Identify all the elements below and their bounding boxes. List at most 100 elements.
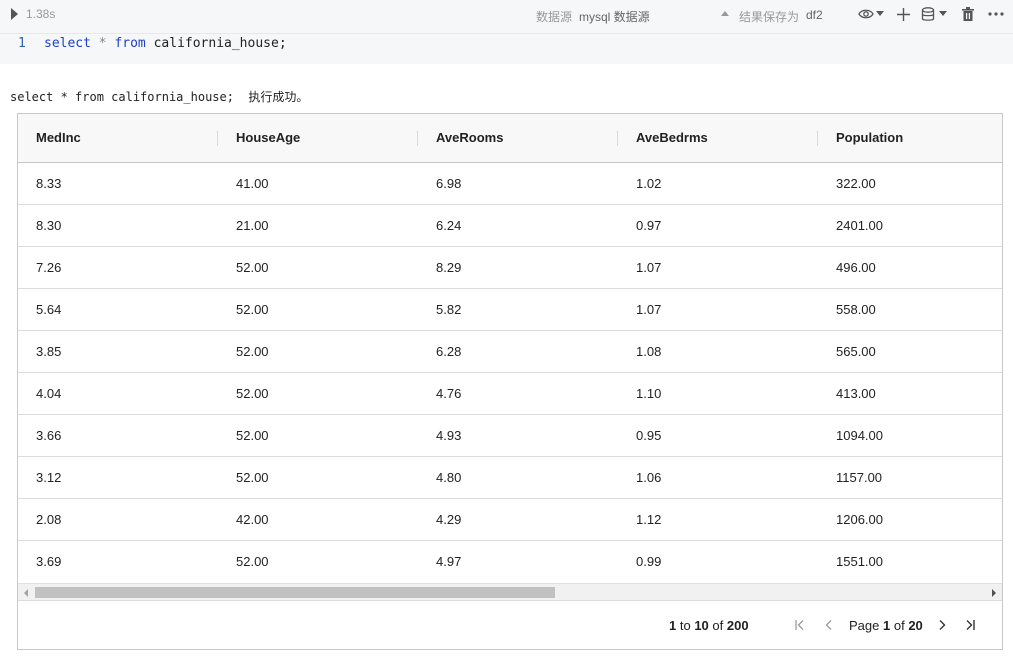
- scrollbar-thumb[interactable]: [35, 587, 555, 598]
- table-cell[interactable]: 1206.00: [836, 499, 883, 540]
- scroll-left-icon[interactable]: [24, 589, 28, 597]
- table-cell[interactable]: 1157.00: [836, 457, 882, 498]
- code-line[interactable]: select * from california_house;: [44, 36, 287, 51]
- column-resize-handle[interactable]: [617, 131, 618, 146]
- table-row[interactable]: 8.33 41.00 6.98 1.02 322.00: [18, 163, 1002, 205]
- table-cell[interactable]: 4.80: [436, 457, 461, 498]
- table-cell[interactable]: 1.12: [636, 499, 661, 540]
- table-cell[interactable]: 2.08: [36, 499, 61, 540]
- table-row[interactable]: 5.64 52.00 5.82 1.07 558.00: [18, 289, 1002, 331]
- table-cell[interactable]: 4.04: [36, 373, 61, 414]
- table-cell[interactable]: 1.07: [636, 289, 661, 330]
- first-page-icon[interactable]: [792, 616, 808, 634]
- table-row[interactable]: 3.69 52.00 4.97 0.99 1551.00: [18, 541, 1002, 583]
- chevron-down-icon[interactable]: [876, 5, 884, 23]
- column-header[interactable]: Population: [836, 114, 903, 162]
- table-cell[interactable]: 3.85: [36, 331, 61, 372]
- table-row[interactable]: 4.04 52.00 4.76 1.10 413.00: [18, 373, 1002, 415]
- column-resize-handle[interactable]: [817, 131, 818, 146]
- table-cell[interactable]: 52.00: [236, 331, 269, 372]
- table-cell[interactable]: 4.97: [436, 541, 461, 582]
- table-cell[interactable]: 3.12: [36, 457, 61, 498]
- table-cell[interactable]: 1.02: [636, 163, 661, 204]
- run-button[interactable]: [10, 8, 20, 20]
- eye-icon[interactable]: [858, 5, 874, 23]
- result-grid: MedInc HouseAge AveRooms AveBedrms Popul…: [17, 113, 1003, 650]
- table-cell[interactable]: 0.97: [636, 205, 661, 246]
- keyword-from: from: [114, 36, 146, 51]
- table-cell[interactable]: 1.10: [636, 373, 661, 414]
- pagination-bar: 1 to 10 of 200 Page 1 of 20: [18, 600, 1002, 649]
- column-resize-handle[interactable]: [217, 131, 218, 146]
- chevron-down-icon[interactable]: [939, 5, 947, 23]
- table-cell[interactable]: 4.76: [436, 373, 461, 414]
- table-cell[interactable]: 52.00: [236, 457, 269, 498]
- table-cell[interactable]: 3.66: [36, 415, 61, 456]
- page-indicator: Page 1 of 20: [849, 618, 923, 633]
- column-header[interactable]: HouseAge: [236, 114, 300, 162]
- table-cell[interactable]: 413.00: [836, 373, 876, 414]
- scroll-right-icon[interactable]: [992, 589, 996, 597]
- table-cell[interactable]: 0.95: [636, 415, 661, 456]
- table-cell[interactable]: 322.00: [836, 163, 876, 204]
- table-cell[interactable]: 8.29: [436, 247, 461, 288]
- table-row[interactable]: 3.85 52.00 6.28 1.08 565.00: [18, 331, 1002, 373]
- table-cell[interactable]: 52.00: [236, 541, 269, 582]
- table-cell[interactable]: 52.00: [236, 415, 269, 456]
- table-cell[interactable]: 1094.00: [836, 415, 883, 456]
- database-icon[interactable]: [921, 5, 935, 23]
- table-cell[interactable]: 6.98: [436, 163, 461, 204]
- table-row[interactable]: 7.26 52.00 8.29 1.07 496.00: [18, 247, 1002, 289]
- horizontal-scrollbar[interactable]: [18, 583, 1002, 600]
- table-cell[interactable]: 8.30: [36, 205, 61, 246]
- next-page-icon[interactable]: [934, 616, 950, 634]
- trash-icon[interactable]: [962, 5, 974, 23]
- table-cell[interactable]: 5.82: [436, 289, 461, 330]
- column-header[interactable]: AveBedrms: [636, 114, 708, 162]
- table-cell[interactable]: 52.00: [236, 289, 269, 330]
- table-cell[interactable]: 52.00: [236, 373, 269, 414]
- table-cell[interactable]: 42.00: [236, 499, 269, 540]
- table-cell[interactable]: 1.08: [636, 331, 661, 372]
- save-result-label: 结果保存为: [739, 10, 800, 24]
- table-cell[interactable]: 1.06: [636, 457, 661, 498]
- table-cell[interactable]: 41.00: [236, 163, 269, 204]
- table-cell[interactable]: 6.24: [436, 205, 461, 246]
- table-row[interactable]: 3.66 52.00 4.93 0.95 1094.00: [18, 415, 1002, 457]
- plus-icon[interactable]: [897, 5, 910, 23]
- save-result-variable[interactable]: df2: [806, 8, 823, 22]
- grid-header: MedInc HouseAge AveRooms AveBedrms Popul…: [18, 114, 1002, 163]
- column-header[interactable]: MedInc: [36, 114, 81, 162]
- operator-star: *: [98, 36, 107, 51]
- last-page-icon[interactable]: [962, 616, 978, 634]
- line-number: 1: [18, 36, 26, 51]
- table-cell[interactable]: 4.93: [436, 415, 461, 456]
- sql-cell: 1.38s 数据源 mysql 数据源 结果保存为 df2 1 select *…: [0, 0, 1013, 64]
- table-cell[interactable]: 4.29: [436, 499, 461, 540]
- table-cell[interactable]: 1.07: [636, 247, 661, 288]
- table-cell[interactable]: 21.00: [236, 205, 269, 246]
- table-identifier: california_house;: [153, 36, 287, 51]
- table-row[interactable]: 2.08 42.00 4.29 1.12 1206.00: [18, 499, 1002, 541]
- datasource-selector[interactable]: mysql 数据源: [579, 8, 650, 25]
- table-cell[interactable]: 0.99: [636, 541, 661, 582]
- column-header[interactable]: AveRooms: [436, 114, 503, 162]
- table-cell[interactable]: 6.28: [436, 331, 461, 372]
- table-row[interactable]: 8.30 21.00 6.24 0.97 2401.00: [18, 205, 1002, 247]
- table-cell[interactable]: 2401.00: [836, 205, 883, 246]
- table-cell[interactable]: 3.69: [36, 541, 61, 582]
- collapse-up-icon[interactable]: [721, 11, 729, 17]
- table-cell[interactable]: 565.00: [836, 331, 876, 372]
- grid-body: 8.33 41.00 6.98 1.02 322.00 8.30 21.00 6.24 0.97…: [18, 163, 1002, 583]
- table-cell[interactable]: 1551.00: [836, 541, 883, 582]
- table-row[interactable]: 3.12 52.00 4.80 1.06 1157.00: [18, 457, 1002, 499]
- prev-page-icon[interactable]: [821, 616, 837, 634]
- table-cell[interactable]: 5.64: [36, 289, 61, 330]
- column-resize-handle[interactable]: [417, 131, 418, 146]
- table-cell[interactable]: 558.00: [836, 289, 876, 330]
- more-icon[interactable]: [988, 5, 1004, 23]
- table-cell[interactable]: 496.00: [836, 247, 876, 288]
- table-cell[interactable]: 52.00: [236, 247, 269, 288]
- table-cell[interactable]: 7.26: [36, 247, 61, 288]
- table-cell[interactable]: 8.33: [36, 163, 61, 204]
